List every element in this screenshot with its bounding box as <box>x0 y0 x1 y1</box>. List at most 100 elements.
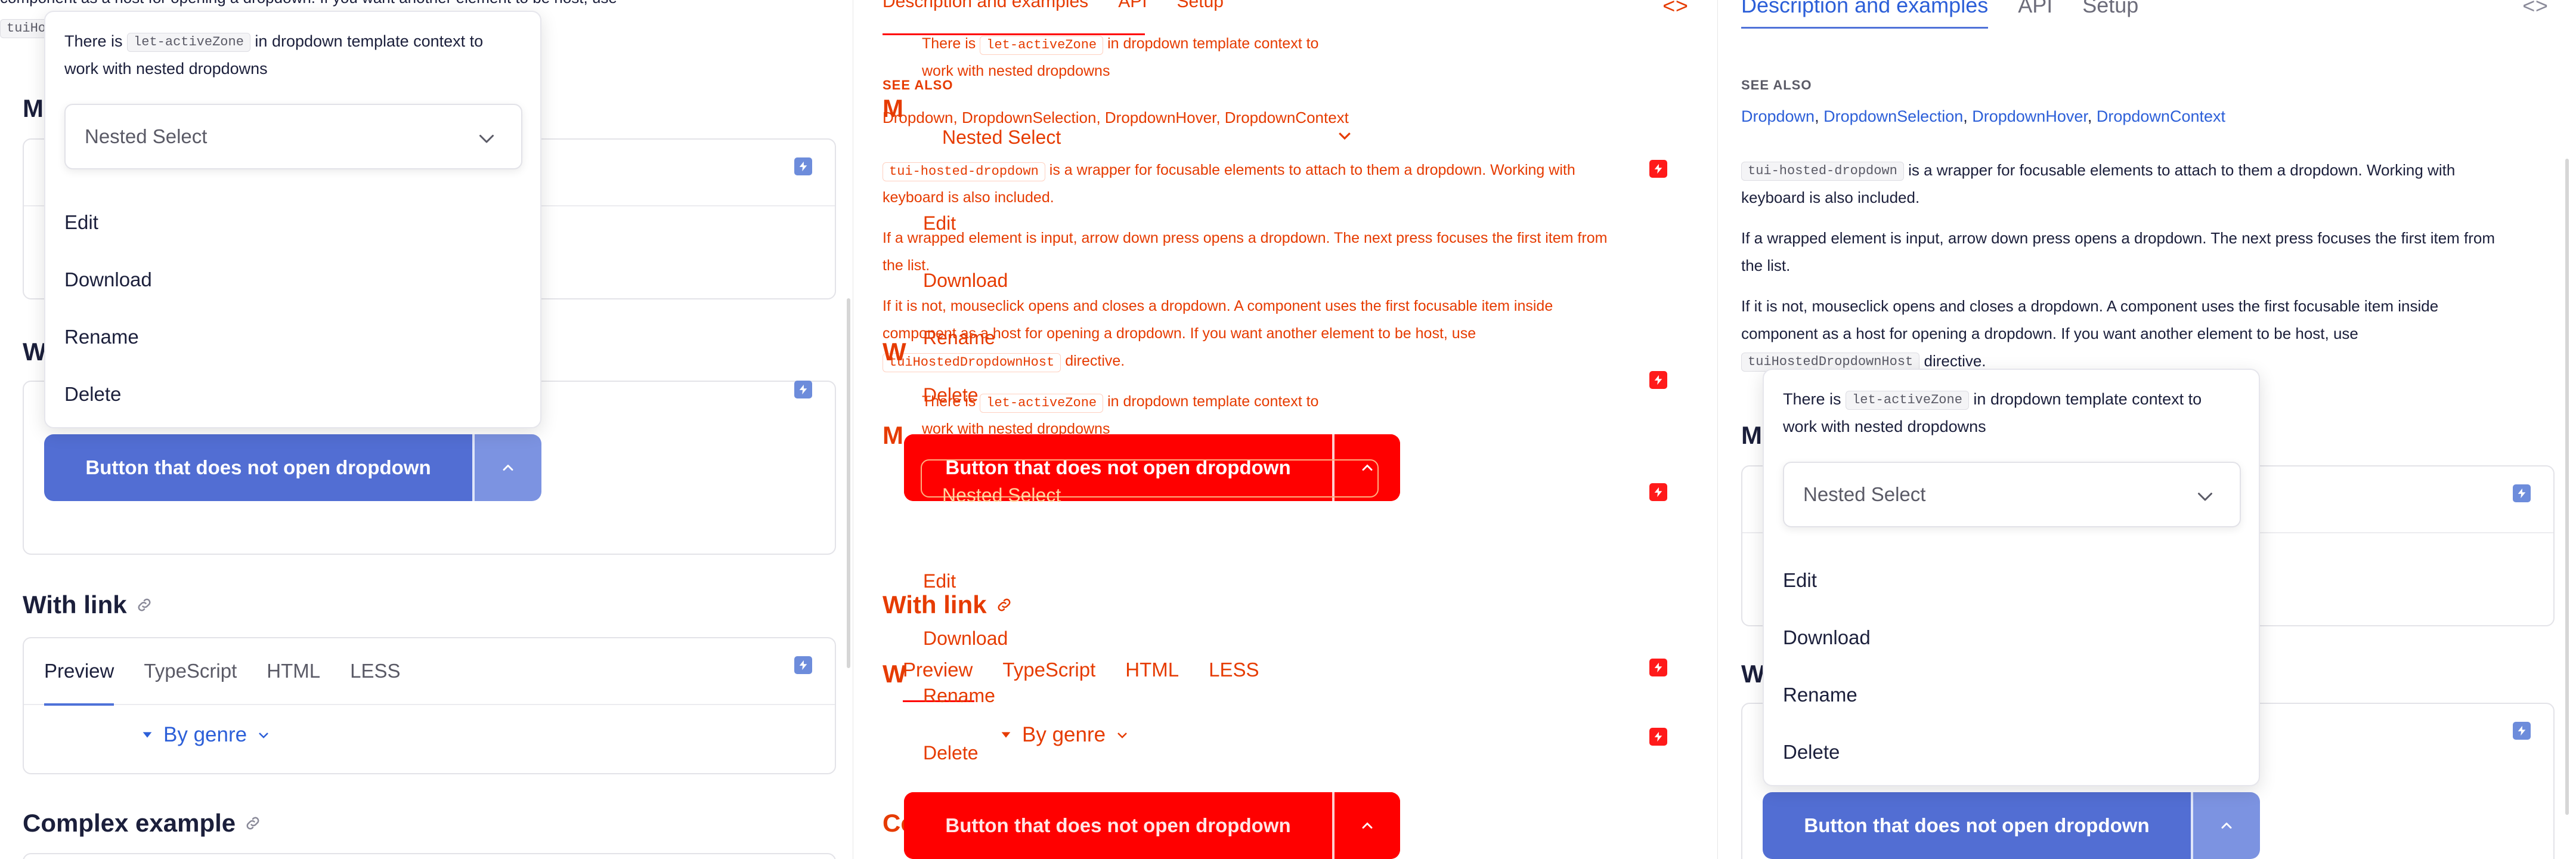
section-heading-m: M <box>1741 421 1762 449</box>
code-icon[interactable]: <> <box>2522 0 2548 20</box>
menu-item-edit[interactable]: Edit <box>1783 569 1817 592</box>
description-text-cutoff: component as a host for opening a dropdo… <box>0 0 617 12</box>
section-heading-with-link: With link <box>23 591 153 619</box>
menu-item-delete[interactable]: Delete <box>1783 741 1840 764</box>
stackblitz-icon[interactable] <box>1649 371 1667 389</box>
tab-api[interactable]: API <box>1118 0 1147 12</box>
stackblitz-icon[interactable] <box>1649 728 1667 746</box>
link-icon[interactable] <box>244 814 262 832</box>
link-dropdown-hover[interactable]: DropdownHover <box>1972 107 2088 125</box>
description-text: tui-hosted-dropdown is a wrapper for foc… <box>1741 156 2564 375</box>
stackblitz-icon[interactable] <box>2513 722 2531 740</box>
see-also-links: Dropdown, DropdownSelection, DropdownHov… <box>1741 107 2225 125</box>
tab-typescript[interactable]: TypeScript <box>1002 659 1095 681</box>
menu-item-rename[interactable]: Rename <box>64 326 139 348</box>
chevron-down-icon <box>1339 132 1351 140</box>
link-icon[interactable] <box>995 596 1013 614</box>
tab-html[interactable]: HTML <box>267 638 320 704</box>
scrollbar-thumb[interactable] <box>2565 159 2569 815</box>
hosted-dropdown: There is let-activeZone in dropdown temp… <box>44 11 541 428</box>
nested-select-overlay-2[interactable]: Nested Select <box>942 481 1061 509</box>
button-no-dropdown[interactable]: Button that does not open dropdown <box>904 792 1332 859</box>
nested-select-overlay[interactable]: Nested Select <box>942 123 1061 152</box>
tab-preview[interactable]: Preview <box>903 659 973 681</box>
menu-item-download[interactable]: Download <box>64 268 152 291</box>
dropdown-toggle-button[interactable] <box>475 434 541 501</box>
stackblitz-icon[interactable] <box>1649 160 1667 178</box>
top-tabs-overlay: Description and examples API Setup <box>883 0 1224 12</box>
demo-card-complex <box>23 853 836 859</box>
section-heading-w: W <box>1741 660 1765 688</box>
chevron-up-icon <box>1362 822 1373 829</box>
menu-item-download-overlay[interactable]: Download <box>923 266 1008 295</box>
tab-description[interactable]: Description and examples <box>1741 0 1989 29</box>
see-also-heading: SEE ALSO <box>1741 78 1812 92</box>
by-genre-link-overlay[interactable]: By genre <box>999 723 1129 747</box>
tab-setup[interactable]: Setup <box>2082 0 2138 18</box>
stackblitz-icon[interactable] <box>1649 483 1667 501</box>
split-button: Button that does not open dropdown <box>44 434 541 501</box>
tab-less[interactable]: LESS <box>1209 659 1259 681</box>
menu-item-rename[interactable]: Rename <box>1783 684 1857 706</box>
nested-select[interactable]: Nested Select <box>64 104 522 169</box>
active-zone-code: let-activeZone <box>1846 390 1969 410</box>
menu-item-edit[interactable]: Edit <box>64 211 98 234</box>
code-icon[interactable]: <> <box>1662 0 1688 20</box>
description-overlay: tui-hosted-dropdown is a wrapper for foc… <box>883 156 1705 375</box>
tab-typescript[interactable]: TypeScript <box>144 638 237 704</box>
tab-setup[interactable]: Setup <box>1177 0 1224 12</box>
link-dropdown-context[interactable]: DropdownContext <box>2097 107 2225 125</box>
hosted-dropdown-code: tui-hosted-dropdown <box>1741 162 1904 181</box>
section-heading-with-link-overlay: With link <box>883 591 1013 619</box>
stackblitz-icon[interactable] <box>794 381 812 398</box>
scrollbar-thumb[interactable] <box>847 298 850 668</box>
demo-card-with-link: Preview TypeScript HTML LESS By genre <box>23 637 836 774</box>
right-pane: Description and examples API Setup <> SE… <box>1729 0 2576 859</box>
left-pane: component as a host for opening a dropdo… <box>0 0 853 859</box>
menu-item-download-overlay-2[interactable]: Download <box>923 624 1008 653</box>
section-heading-m: M <box>23 94 44 122</box>
tab-description[interactable]: Description and examples <box>883 0 1088 12</box>
top-tabs: Description and examples API Setup <box>1741 0 2138 29</box>
nested-select[interactable]: Nested Select <box>1783 462 2241 527</box>
by-genre-link[interactable]: By genre <box>141 723 271 747</box>
stackblitz-icon[interactable] <box>794 157 812 175</box>
caret-down-icon <box>143 732 152 738</box>
tab-preview[interactable]: Preview <box>44 638 114 706</box>
dropdown-note-overlay: There is let-activeZone in dropdown temp… <box>922 35 1319 79</box>
link-dropdown-selection[interactable]: DropdownSelection <box>1823 107 1963 125</box>
active-zone-code: let-activeZone <box>127 32 250 52</box>
link-dropdown[interactable]: Dropdown <box>1741 107 1815 125</box>
dropdown-toggle-button[interactable] <box>2193 792 2260 859</box>
section-heading-complex: Complex example <box>23 809 262 838</box>
section-heading-w: W <box>23 338 47 366</box>
dropdown-note: There is let-activeZone in dropdown temp… <box>1783 390 2202 435</box>
hosted-dropdown: There is let-activeZone in dropdown temp… <box>1763 369 2260 786</box>
stackblitz-icon[interactable] <box>1649 659 1667 676</box>
stackblitz-icon[interactable] <box>794 656 812 674</box>
menu-item-rename-overlay-2[interactable]: Rename <box>923 681 995 710</box>
chevron-down-icon <box>259 733 268 739</box>
menu-item-delete-overlay-2[interactable]: Delete <box>923 739 979 767</box>
split-button-overlay-2: Button that does not open dropdown <box>904 792 1400 859</box>
stackblitz-icon[interactable] <box>2513 484 2531 502</box>
chevron-up-icon <box>2221 823 2232 829</box>
tab-less[interactable]: LESS <box>350 638 400 704</box>
button-no-dropdown[interactable]: Button that does not open dropdown <box>44 434 472 501</box>
card-tabs: Preview TypeScript HTML LESS <box>24 638 835 706</box>
chevron-up-icon <box>503 465 513 471</box>
menu-item-download[interactable]: Download <box>1783 626 1871 649</box>
tab-api[interactable]: API <box>2018 0 2052 18</box>
middle-pane-overlay: Description and examples API Setup <> SE… <box>859 0 1717 859</box>
section-heading-m-overlay-2: M <box>883 421 903 449</box>
caret-down-icon <box>1001 732 1011 738</box>
chevron-down-icon <box>1117 733 1127 739</box>
menu-item-delete[interactable]: Delete <box>64 383 121 406</box>
menu-item-edit-overlay[interactable]: Edit <box>923 209 956 237</box>
menu-item-rename-overlay[interactable]: Rename <box>923 323 995 352</box>
dropdown-toggle-button[interactable] <box>1335 792 1400 859</box>
chevron-down-icon <box>2198 493 2212 501</box>
link-icon[interactable] <box>135 596 153 614</box>
tab-html[interactable]: HTML <box>1125 659 1179 681</box>
button-no-dropdown[interactable]: Button that does not open dropdown <box>1763 792 2191 859</box>
